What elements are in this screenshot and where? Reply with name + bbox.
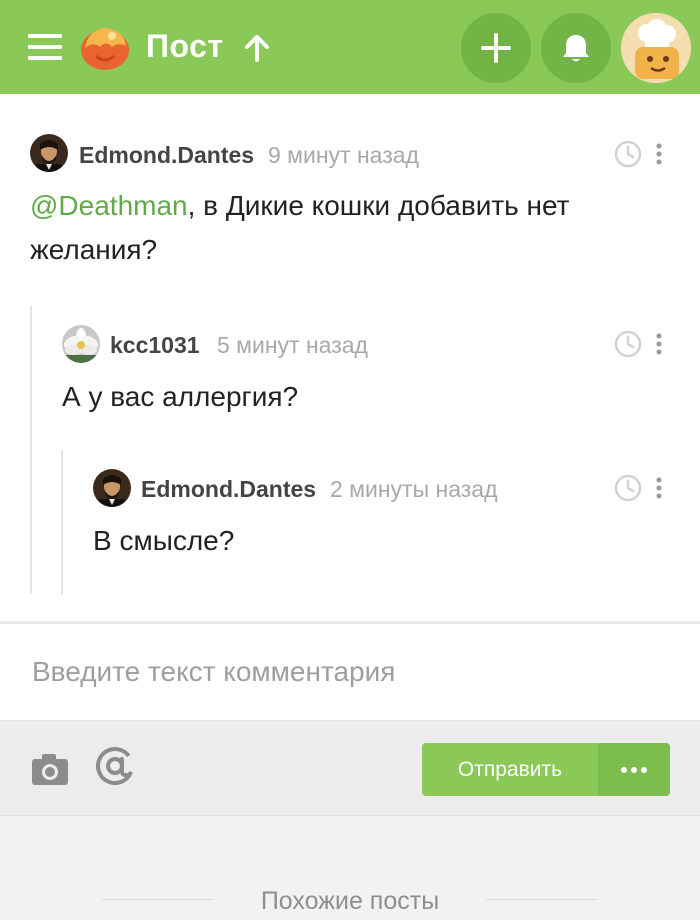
bell-icon	[563, 35, 589, 62]
comment-time: 9 минут назад	[268, 142, 419, 168]
notifications-button[interactable]	[541, 13, 611, 83]
send-button-group: Отправить	[422, 743, 670, 796]
clock-icon[interactable]	[613, 473, 643, 503]
chef-avatar-icon	[621, 13, 691, 83]
page-title: Пост	[146, 28, 224, 64]
comment-time: 5 минут назад	[217, 332, 368, 358]
at-sign-icon[interactable]	[94, 745, 136, 787]
more-options-icon[interactable]	[655, 476, 663, 500]
comment-body: В смысле?	[93, 525, 235, 556]
comment-author[interactable]: Edmond.Dantes	[141, 476, 316, 503]
comment-composer	[0, 622, 700, 722]
comment-author[interactable]: Edmond.Dantes	[79, 142, 254, 169]
comment-time: 2 минуты назад	[330, 476, 498, 502]
similar-posts-section: Похожие посты	[0, 817, 700, 920]
top-app-bar: Пост	[0, 0, 700, 94]
avatar[interactable]	[30, 134, 68, 172]
avatar[interactable]	[93, 469, 131, 507]
more-dots-icon[interactable]	[598, 743, 670, 796]
cupcake-logo-icon[interactable]	[78, 20, 132, 72]
plus-icon	[481, 33, 511, 63]
send-button[interactable]: Отправить	[422, 743, 598, 796]
mention-link[interactable]: @Deathman	[30, 190, 188, 221]
comment-input[interactable]	[0, 624, 700, 720]
thread-line	[30, 306, 32, 594]
camera-icon[interactable]	[30, 749, 70, 789]
comment-author[interactable]: kcc1031	[110, 332, 200, 359]
user-avatar[interactable]	[621, 13, 691, 83]
arrow-up-icon[interactable]	[243, 33, 271, 63]
clock-icon[interactable]	[613, 329, 643, 359]
comments-thread: Edmond.Dantes 9 минут назад @Deathman, в…	[0, 94, 700, 621]
composer-toolbar: Отправить	[0, 724, 700, 816]
hamburger-menu-icon[interactable]	[28, 34, 62, 60]
avatar[interactable]	[62, 325, 100, 363]
comment-body: А у вас аллергия?	[62, 381, 299, 412]
add-post-button[interactable]	[461, 13, 531, 83]
comment-text: @Deathman, в Дикие кошки добавить нет же…	[30, 184, 670, 272]
more-options-icon[interactable]	[655, 332, 663, 356]
similar-posts-title: Похожие посты	[260, 887, 440, 915]
clock-icon[interactable]	[613, 139, 643, 169]
more-options-icon[interactable]	[655, 142, 663, 166]
thread-line	[61, 450, 63, 594]
